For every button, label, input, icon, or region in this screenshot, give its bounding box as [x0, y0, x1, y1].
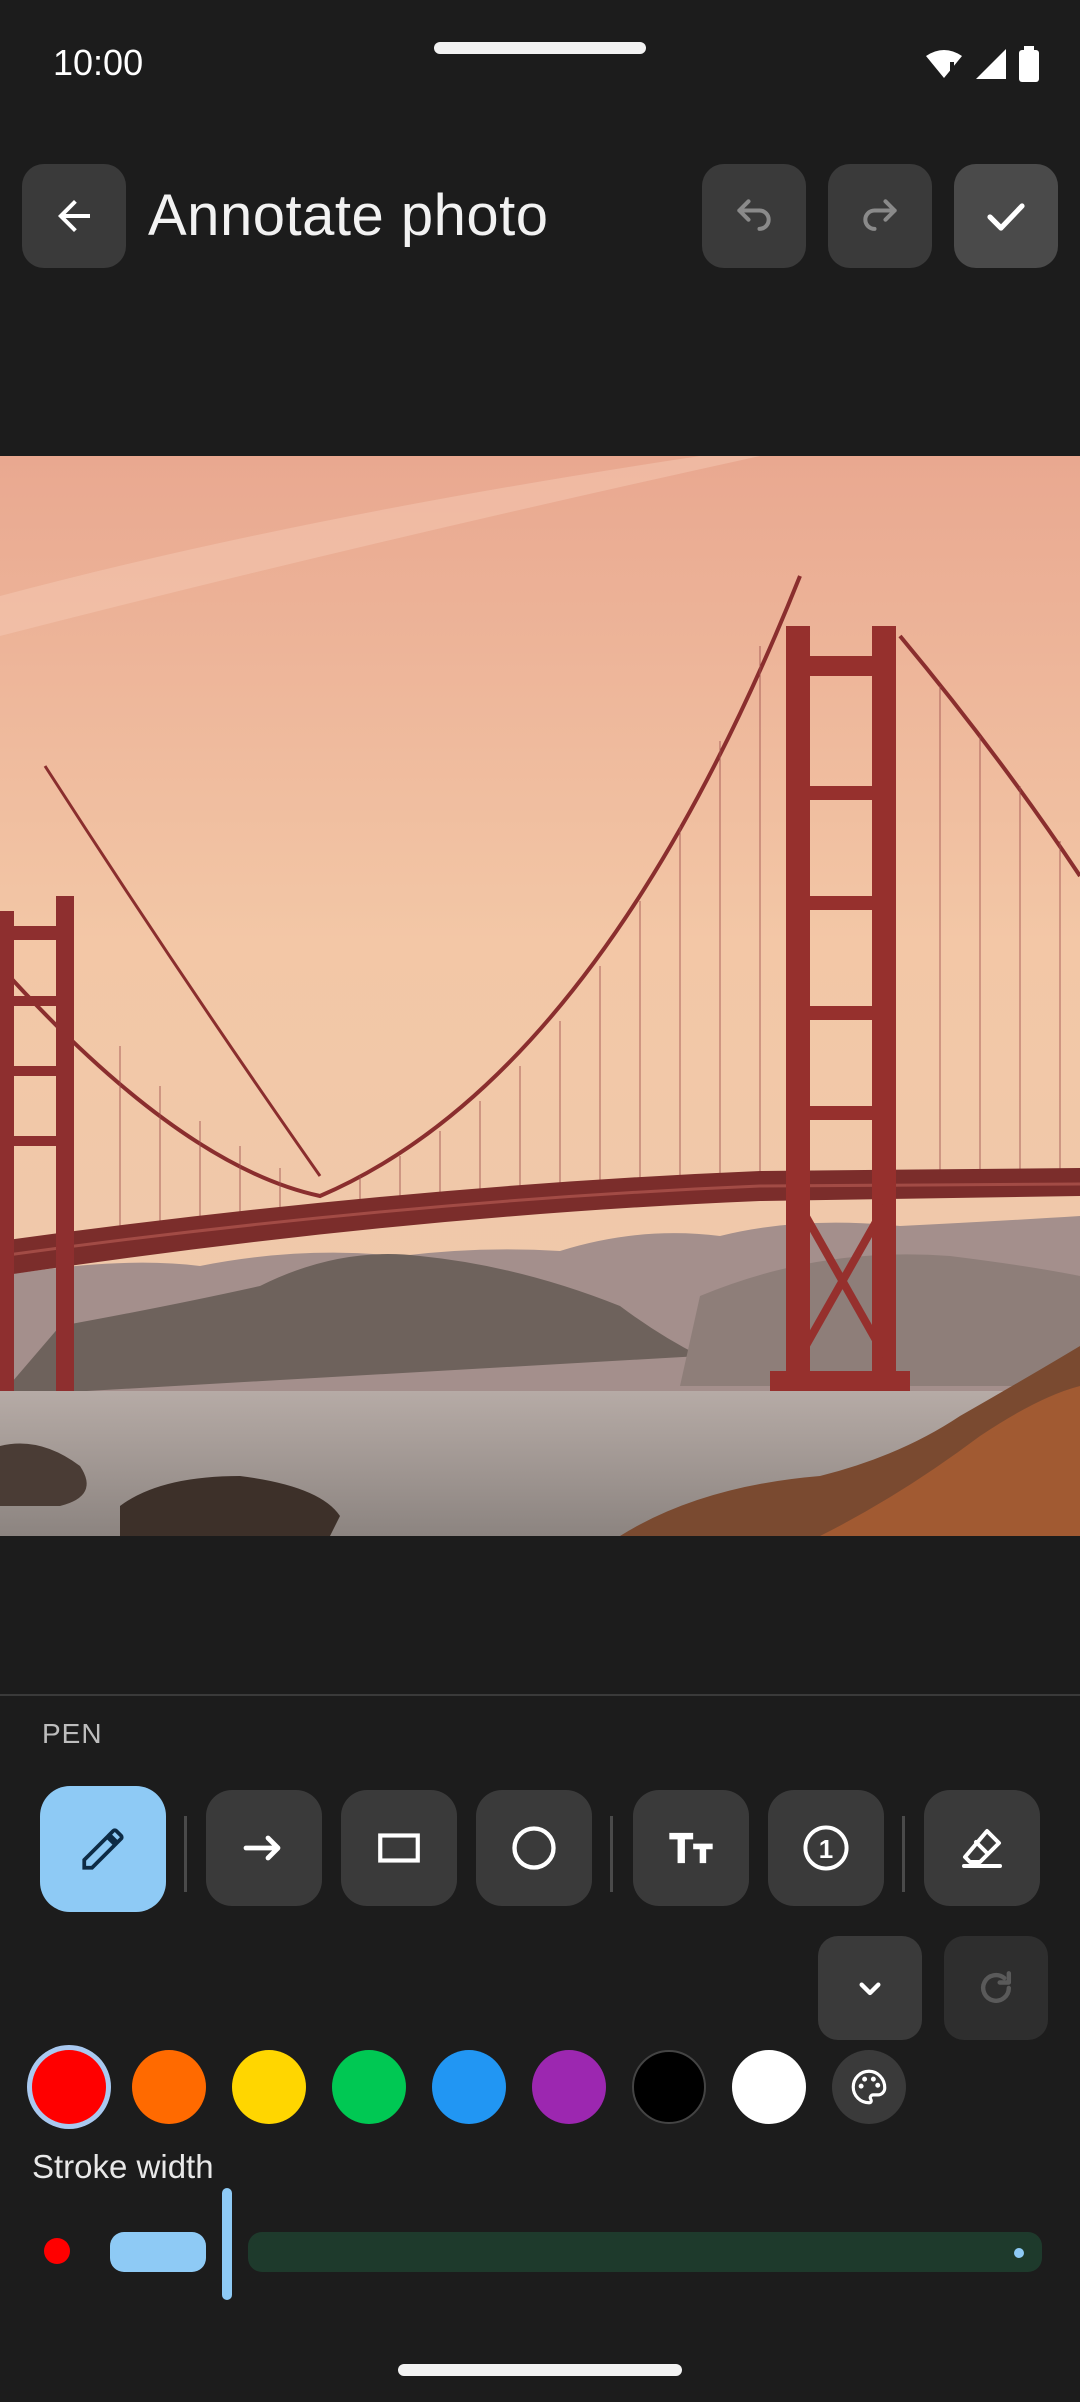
- signal-icon: [976, 49, 1006, 79]
- photo-canvas[interactable]: [0, 456, 1080, 1536]
- collapse-button[interactable]: [818, 1936, 922, 2040]
- status-time: 10:00: [53, 42, 144, 83]
- tool-divider: [610, 1816, 613, 1892]
- tool-divider: [902, 1816, 905, 1892]
- circle-icon: [512, 1826, 556, 1870]
- color-swatch[interactable]: [432, 2050, 506, 2124]
- check-icon: [987, 203, 1025, 231]
- reset-button[interactable]: [944, 1936, 1048, 2040]
- wifi-icon: [926, 50, 962, 78]
- refresh-icon: [980, 1971, 1012, 2003]
- bridge-photo: [0, 456, 1080, 1536]
- redo-button[interactable]: [828, 164, 932, 268]
- arrow-left-icon: [58, 200, 90, 232]
- numbered-circle-icon: 1: [803, 1825, 849, 1871]
- chevron-down-icon: [859, 1982, 881, 1996]
- stroke-width-label: Stroke width: [32, 2148, 214, 2185]
- annotation-tool-panel: PEN 1 Stroke width: [0, 1694, 1080, 2402]
- color-swatch[interactable]: [632, 2050, 706, 2124]
- page-title: Annotate photo: [148, 183, 549, 248]
- stroke-color-preview: [44, 2238, 70, 2264]
- battery-icon: [1019, 46, 1039, 82]
- redo-icon: [863, 199, 897, 231]
- tool-divider: [184, 1816, 187, 1892]
- eraser-icon: [962, 1829, 1002, 1868]
- status-bar: 10:00: [0, 0, 1080, 130]
- undo-button[interactable]: [702, 164, 806, 268]
- pencil-icon: [82, 1828, 124, 1870]
- slider-end-marker: [1014, 2248, 1024, 2258]
- pen-tool-button[interactable]: [40, 1786, 166, 1912]
- rectangle-tool-button[interactable]: [341, 1790, 457, 1906]
- done-button[interactable]: [954, 164, 1058, 268]
- notch-pill: [434, 42, 646, 54]
- stroke-width-slider[interactable]: [0, 2188, 1080, 2318]
- text-tool-button[interactable]: [633, 1790, 749, 1906]
- text-icon: [669, 1832, 713, 1864]
- color-swatch[interactable]: [32, 2050, 106, 2124]
- color-swatch[interactable]: [532, 2050, 606, 2124]
- palette-icon: [851, 2069, 887, 2105]
- undo-icon: [737, 199, 771, 231]
- arrow-right-icon: [243, 1835, 281, 1861]
- ellipse-tool-button[interactable]: [476, 1790, 592, 1906]
- arrow-tool-button[interactable]: [206, 1790, 322, 1906]
- top-app-bar: Annotate photo: [0, 160, 1080, 272]
- slider-inactive-track[interactable]: [248, 2232, 1042, 2272]
- gesture-bar: [398, 2364, 682, 2376]
- color-swatch[interactable]: [732, 2050, 806, 2124]
- eraser-tool-button[interactable]: [924, 1790, 1040, 1906]
- counter-tool-button[interactable]: 1: [768, 1790, 884, 1906]
- color-swatch[interactable]: [232, 2050, 306, 2124]
- back-button[interactable]: [22, 164, 126, 268]
- mode-label: PEN: [42, 1718, 103, 1749]
- status-icons: [924, 46, 1040, 82]
- slider-thumb[interactable]: [222, 2188, 232, 2300]
- color-swatch[interactable]: [132, 2050, 206, 2124]
- custom-color-button[interactable]: [832, 2050, 906, 2124]
- color-swatch[interactable]: [332, 2050, 406, 2124]
- slider-active-track: [110, 2232, 206, 2272]
- rectangle-icon: [378, 1833, 420, 1863]
- counter-value: 1: [819, 1834, 833, 1864]
